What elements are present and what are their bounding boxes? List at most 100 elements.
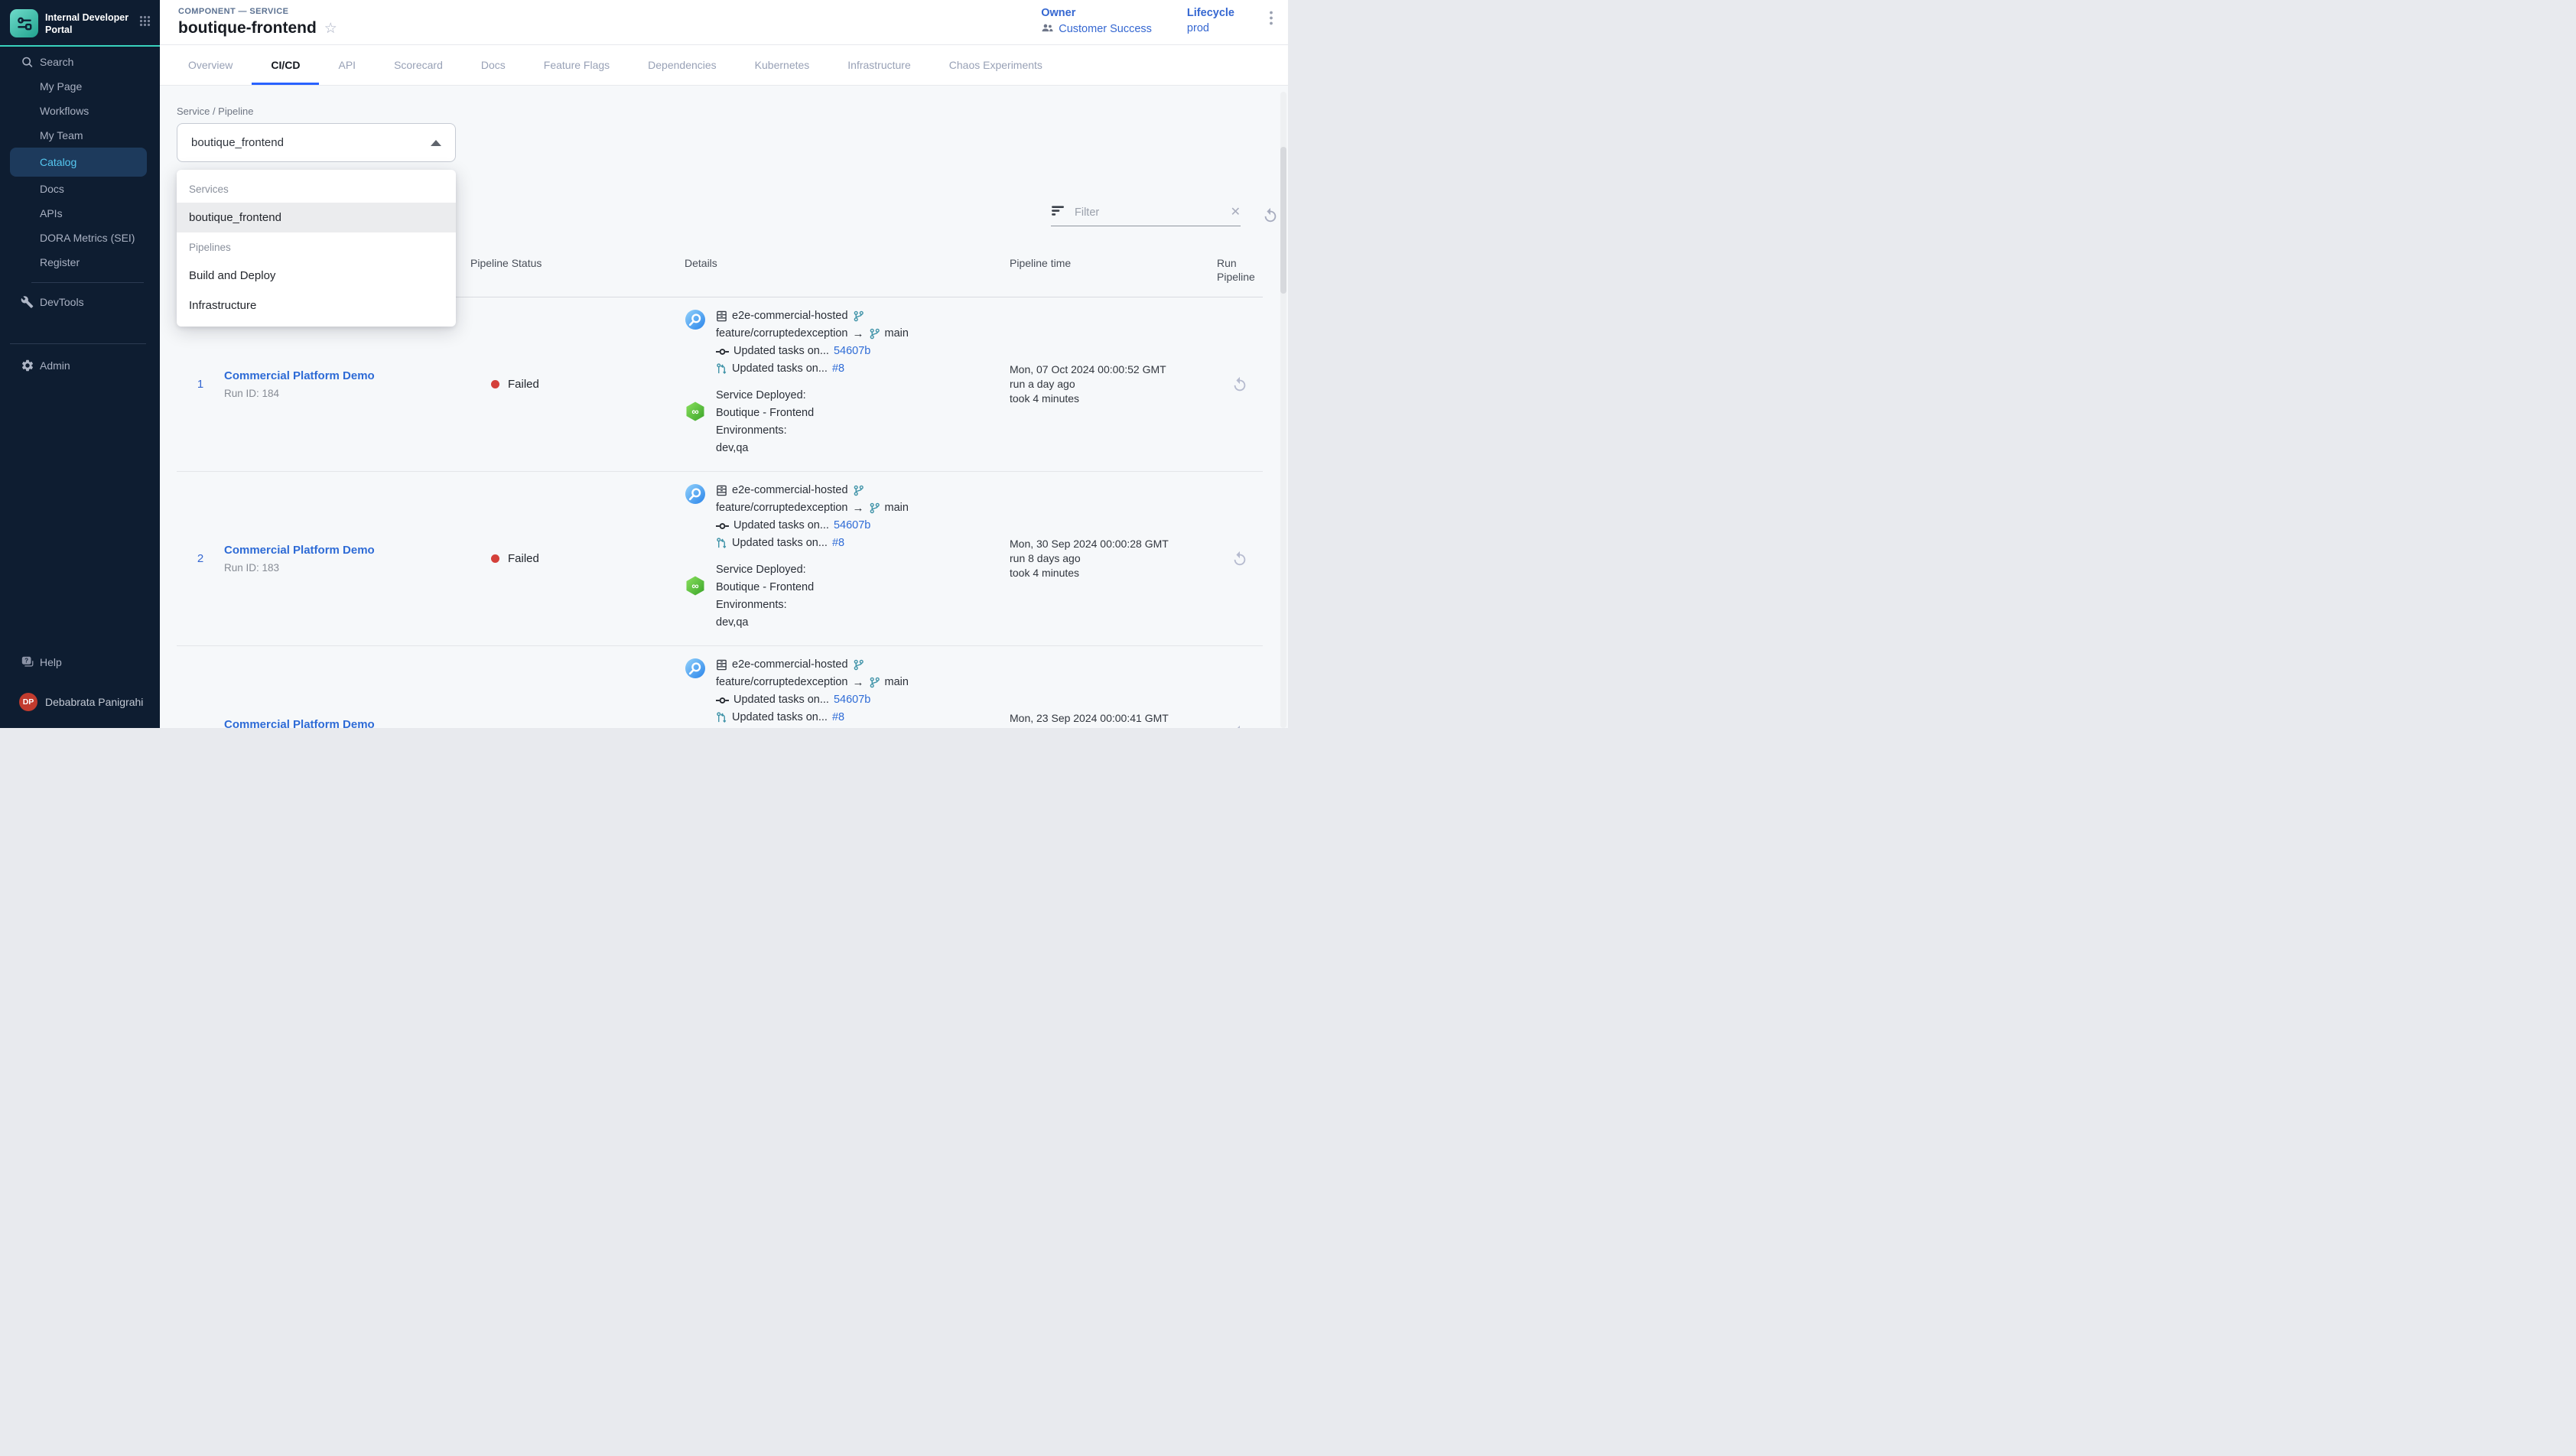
dropdown-option-build-and-deploy[interactable]: Build and Deploy [177,261,456,291]
tab-overview[interactable]: Overview [169,45,252,85]
sidebar-item-devtools[interactable]: DevTools [0,290,160,314]
vertical-scrollbar[interactable] [1280,92,1286,728]
sidebar-item-apis[interactable]: APIs [0,201,160,226]
pr-link[interactable]: #8 [832,360,844,378]
caret-up-icon [431,140,441,146]
app-switcher-icon[interactable] [139,15,151,31]
git-branch-icon [853,485,864,496]
pull-request-icon [716,712,727,723]
pipeline-name-link[interactable]: Commercial Platform Demo [224,369,375,382]
run-id: Run ID: 184 [224,388,279,399]
dropdown-group-pipelines: Pipelines [177,232,456,261]
ci-stage-icon [685,483,706,505]
owner-block: Owner Customer Success [1041,7,1152,36]
arrow-right-icon: → [853,499,864,517]
commit-link[interactable]: 54607b [834,517,870,535]
environments-value: dev,qa [716,614,814,632]
sidebar-nav: Search My Page Workflows My Team Catalog… [0,47,160,378]
col-pipeline-status: Pipeline Status [461,256,674,284]
tab-dependencies[interactable]: Dependencies [629,45,736,85]
deployed-service: Boutique - Frontend [716,579,814,596]
sidebar-item-workflows[interactable]: Workflows [0,99,160,123]
pipeline-name-link[interactable]: Commercial Platform Demo [224,544,375,557]
app-window: Internal Developer Portal Search My Page… [0,0,1288,728]
sidebar-item-admin[interactable]: Admin [0,353,160,378]
sidebar-item-dora-metrics[interactable]: DORA Metrics (SEI) [0,226,160,250]
filter-field[interactable]: ✕ [1051,205,1241,226]
table-row: 3 Commercial Platform Demo Run ID: 182 F… [177,646,1263,728]
pr-link[interactable]: #8 [832,709,844,726]
sidebar-item-my-page[interactable]: My Page [0,74,160,99]
cd-stage-icon: ∞ [685,401,706,422]
scrollbar-thumb[interactable] [1280,147,1286,294]
tab-chaos-experiments[interactable]: Chaos Experiments [930,45,1062,85]
run-timestamp: Mon, 23 Sep 2024 00:00:41 GMT [1010,711,1169,726]
dropdown-group-services: Services [177,174,456,203]
lifecycle-label: Lifecycle [1187,7,1234,19]
rerun-pipeline-icon[interactable] [1231,725,1248,729]
arrow-right-icon: → [853,674,864,691]
col-details: Details [674,256,1003,284]
filter-input[interactable] [1073,206,1223,219]
sidebar: Internal Developer Portal Search My Page… [0,0,160,728]
deployed-service: Boutique - Frontend [716,405,814,422]
clear-filter-icon[interactable]: ✕ [1231,206,1241,219]
run-timestamp: Mon, 07 Oct 2024 00:00:52 GMT [1010,362,1166,377]
sidebar-item-register[interactable]: Register [0,250,160,275]
commit-icon [716,522,729,531]
commit-icon [716,347,729,356]
filter-icon [1051,205,1065,220]
table-row: 2 Commercial Platform Demo Run ID: 183 F… [177,472,1263,646]
git-branch-icon [853,659,864,671]
environments-label: Environments: [716,422,814,440]
select-value: boutique_frontend [191,136,284,149]
status-text: Failed [508,552,539,565]
sidebar-item-my-team[interactable]: My Team [0,123,160,148]
sidebar-item-catalog[interactable]: Catalog [10,148,147,177]
refresh-icon[interactable] [1262,207,1279,224]
app-logo-icon [10,9,38,37]
commit-link[interactable]: 54607b [834,343,870,360]
user-menu[interactable]: DP Debabrata Panigrahi [0,685,160,719]
arrow-right-icon: → [853,325,864,343]
brand: Internal Developer Portal [0,0,160,45]
git-branch-icon [869,677,880,688]
owner-link[interactable]: Customer Success [1059,23,1152,35]
status-text: Failed [508,378,539,391]
dropdown-option-infrastructure[interactable]: Infrastructure [177,291,456,320]
run-duration: took 4 minutes [1010,392,1079,406]
dropdown-option-boutique-frontend[interactable]: boutique_frontend [177,203,456,232]
tab-docs[interactable]: Docs [462,45,525,85]
pipeline-name-link[interactable]: Commercial Platform Demo [224,718,375,728]
service-pipeline-select[interactable]: boutique_frontend [177,123,456,162]
cd-stage-icon: ∞ [685,575,706,596]
pr-message: Updated tasks on... [732,535,828,552]
git-branch-icon [853,310,864,322]
pipeline-time-cell: Mon, 07 Oct 2024 00:00:52 GMT run a day … [1003,297,1217,471]
cicd-content: Service / Pipeline boutique_frontend Ser… [160,86,1288,728]
tab-scorecard[interactable]: Scorecard [375,45,462,85]
tab-cicd[interactable]: CI/CD [252,45,319,85]
favorite-star-icon[interactable]: ☆ [324,21,337,36]
sidebar-item-search[interactable]: Search [0,50,160,74]
main-area: COMPONENT — SERVICE boutique-frontend ☆ … [160,0,1288,728]
kebab-menu-icon[interactable] [1270,11,1273,29]
nav-divider [10,343,146,344]
target-branch: main [885,674,909,691]
svg-text:∞: ∞ [691,580,698,592]
sidebar-item-label: Search [40,56,73,68]
rerun-pipeline-icon[interactable] [1231,551,1248,567]
environments-value: dev,qa [716,440,814,457]
gear-icon [21,359,34,372]
rerun-pipeline-icon[interactable] [1231,376,1248,393]
status-cell: Failed [461,646,674,728]
commit-link[interactable]: 54607b [834,691,870,709]
sidebar-footer: ? Help DP Debabrata Panigrahi [0,650,160,728]
help-button[interactable]: ? Help [0,650,160,674]
tab-feature-flags[interactable]: Feature Flags [525,45,629,85]
tab-kubernetes[interactable]: Kubernetes [736,45,829,85]
tab-infrastructure[interactable]: Infrastructure [828,45,929,85]
pr-link[interactable]: #8 [832,535,844,552]
tab-api[interactable]: API [319,45,375,85]
sidebar-item-docs[interactable]: Docs [0,177,160,201]
